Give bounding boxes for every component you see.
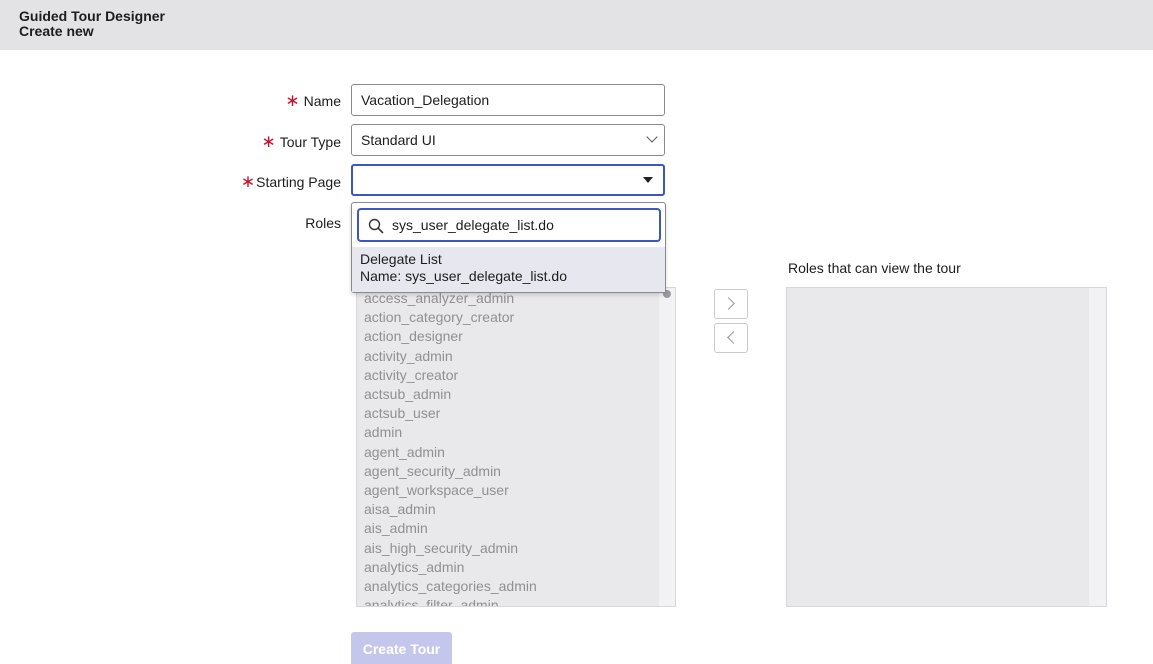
available-roles-scrollbar[interactable] <box>659 288 675 606</box>
role-item[interactable]: action_category_creator <box>364 308 675 327</box>
role-item[interactable]: admin <box>364 423 675 442</box>
tour-type-select[interactable]: Standard UI <box>351 124 665 156</box>
role-item[interactable]: actsub_admin <box>364 385 675 404</box>
available-roles-list[interactable]: access_analyzer_admin action_category_cre… <box>356 287 676 607</box>
page-subtitle: Create new <box>19 23 94 39</box>
role-item[interactable]: ais_admin <box>364 519 675 538</box>
role-item[interactable]: agent_admin <box>364 443 675 462</box>
selected-roles-list[interactable] <box>786 287 1107 607</box>
selected-roles-scrollbar[interactable] <box>1089 288 1106 606</box>
add-role-button[interactable] <box>714 289 748 319</box>
roles-label: Roles <box>305 215 341 231</box>
starting-page-select[interactable] <box>351 164 665 196</box>
page-title: Guided Tour Designer <box>19 8 165 24</box>
remove-role-button[interactable] <box>714 323 748 353</box>
required-asterisk-icon: ∗ <box>285 91 300 110</box>
search-icon <box>368 218 384 234</box>
option-title: Delegate List <box>360 251 442 267</box>
name-input[interactable]: Vacation_Delegation <box>351 84 665 116</box>
page-header: Guided Tour Designer Create new <box>0 0 1153 50</box>
create-tour-button[interactable]: Create Tour <box>351 632 452 664</box>
role-item[interactable]: action_designer <box>364 327 675 346</box>
chevron-right-icon <box>722 297 735 310</box>
role-item[interactable]: agent_security_admin <box>364 462 675 481</box>
required-asterisk-icon: ∗ <box>261 132 276 151</box>
starting-page-dropdown: sys_user_delegate_list.do Delegate List … <box>351 202 666 293</box>
starting-page-label: ∗Starting Page <box>240 172 341 191</box>
dropdown-option[interactable]: Delegate List Name: sys_user_delegate_li… <box>352 247 665 292</box>
role-item[interactable]: agent_workspace_user <box>364 481 675 500</box>
role-item[interactable]: analytics_admin <box>364 558 675 577</box>
name-label: ∗ Name <box>285 91 341 110</box>
chevron-down-icon <box>646 131 658 143</box>
caret-down-icon <box>643 177 653 183</box>
role-item[interactable]: activity_admin <box>364 347 675 366</box>
available-roles-items: access_analyzer_admin action_category_cre… <box>357 288 675 606</box>
chevron-left-icon <box>727 331 740 344</box>
tour-type-label: ∗ Tour Type <box>261 132 341 151</box>
option-detail: Name: sys_user_delegate_list.do <box>360 268 568 284</box>
role-item[interactable]: analytics_categories_admin <box>364 577 675 596</box>
dropdown-search-input[interactable]: sys_user_delegate_list.do <box>357 208 661 242</box>
role-item[interactable]: activity_creator <box>364 366 675 385</box>
role-item[interactable]: actsub_user <box>364 404 675 423</box>
role-item[interactable]: ais_high_security_admin <box>364 539 675 558</box>
selected-roles-title: Roles that can view the tour <box>788 260 961 276</box>
role-item[interactable]: analytics_filter_admin <box>364 596 675 606</box>
role-item[interactable]: aisa_admin <box>364 500 675 519</box>
required-asterisk-icon: ∗ <box>240 172 256 191</box>
